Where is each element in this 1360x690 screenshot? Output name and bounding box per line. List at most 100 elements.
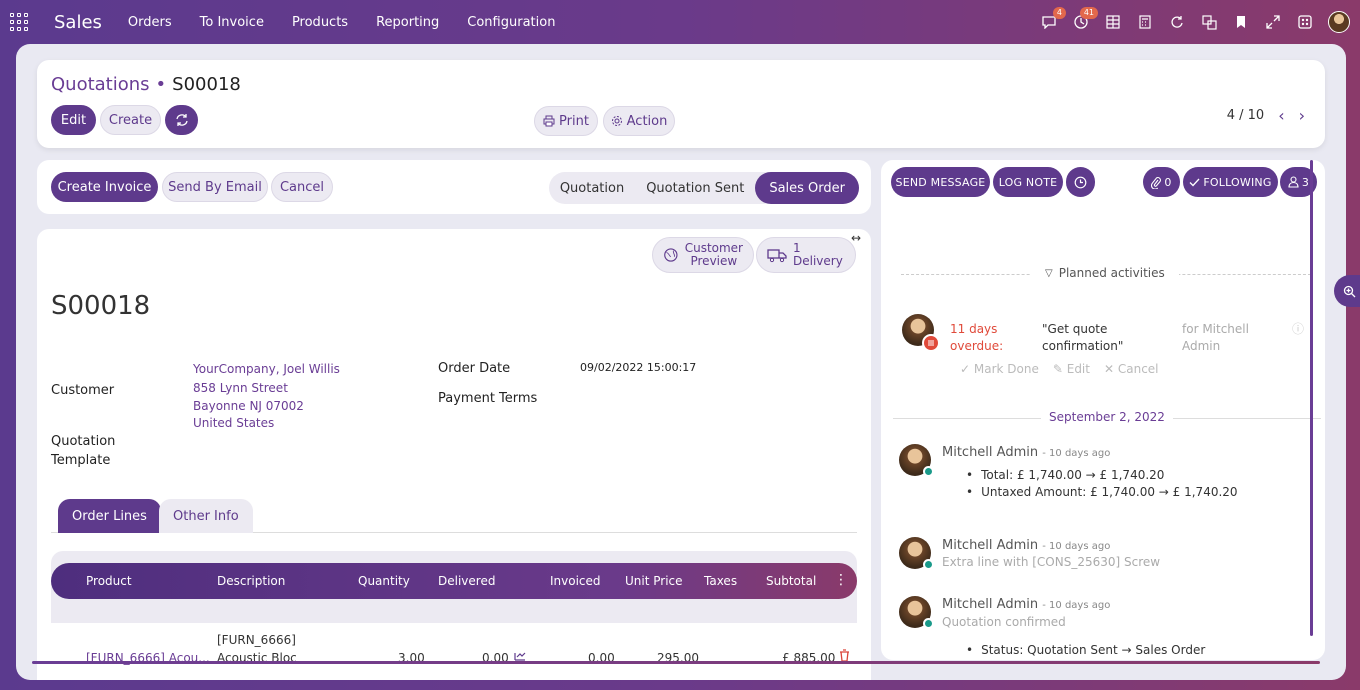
planned-activities-toggle[interactable]: ▽ Planned activities xyxy=(1031,266,1179,280)
col-product[interactable]: Product xyxy=(86,574,132,588)
tab-other-info[interactable]: Other Info xyxy=(159,499,253,533)
menu-configuration[interactable]: Configuration xyxy=(467,15,555,30)
user-avatar[interactable] xyxy=(1328,11,1350,33)
breadcrumb-quotations[interactable]: Quotations xyxy=(51,74,150,95)
zoom-icon[interactable] xyxy=(1334,275,1360,307)
activity-clock-icon[interactable]: 41 xyxy=(1072,7,1098,31)
globe-icon xyxy=(664,248,678,262)
customer-country[interactable]: United States xyxy=(193,416,274,430)
message-author: Mitchell Admin - 10 days ago xyxy=(942,597,1110,612)
gear-icon xyxy=(611,116,622,126)
main-frame: Quotations • S00018 Edit Create Print Acti… xyxy=(16,44,1346,680)
author-name[interactable]: Mitchell Admin xyxy=(942,597,1038,612)
customer-label: Customer xyxy=(51,383,115,398)
edit-activity-label: Edit xyxy=(1066,362,1090,376)
expand-icon[interactable] xyxy=(1264,13,1282,31)
pager-value[interactable]: 4 / 10 xyxy=(1227,108,1264,123)
col-unit-price[interactable]: Unit Price xyxy=(625,574,683,588)
customer-street[interactable]: 858 Lynn Street xyxy=(193,381,288,395)
bookmark-icon[interactable] xyxy=(1232,13,1250,31)
date-separator: September 2, 2022 xyxy=(1041,410,1173,424)
online-status-dot xyxy=(923,559,934,570)
col-taxes[interactable]: Taxes xyxy=(704,574,737,588)
cancel-activity-button[interactable]: ✕ Cancel xyxy=(1104,362,1159,376)
row-description-1: [FURN_6666] xyxy=(217,633,296,647)
customer-city[interactable]: Bayonne NJ 07002 xyxy=(193,399,304,413)
print-icon xyxy=(543,115,555,127)
message-body: Extra line with [CONS_25630] Screw xyxy=(942,555,1161,569)
clock-icon xyxy=(1074,176,1087,188)
cancel-order-button[interactable]: Cancel xyxy=(271,172,333,202)
delivery-smart-button[interactable]: 1 Delivery xyxy=(756,237,856,273)
menu-orders[interactable]: Orders xyxy=(128,15,172,30)
horizontal-scrollbar[interactable] xyxy=(32,661,1320,664)
action-button[interactable]: Action xyxy=(603,106,675,136)
check-icon xyxy=(1189,178,1200,186)
col-subtotal[interactable]: Subtotal xyxy=(766,574,816,588)
column-options-icon[interactable]: ⋮ xyxy=(834,572,848,588)
chatter-scrollbar[interactable] xyxy=(1310,160,1313,636)
col-delivered[interactable]: Delivered xyxy=(438,574,495,588)
reload-button[interactable] xyxy=(165,105,198,135)
log-note-button[interactable]: LOG NOTE xyxy=(993,167,1063,197)
translate-icon[interactable] xyxy=(1200,13,1218,31)
calculator-icon[interactable] xyxy=(1136,13,1154,31)
status-quotation[interactable]: Quotation xyxy=(549,172,635,204)
pager-previous-icon[interactable]: ‹ xyxy=(1278,106,1284,125)
message-date: - 10 days ago xyxy=(1042,600,1111,611)
activity-assignee: for Mitchell Admin xyxy=(1182,321,1249,355)
author-name[interactable]: Mitchell Admin xyxy=(942,445,1038,460)
message-avatar[interactable] xyxy=(899,596,934,629)
menu-products[interactable]: Products xyxy=(292,15,348,30)
activities-badge: 41 xyxy=(1079,7,1098,19)
message-author: Mitchell Admin - 10 days ago xyxy=(942,445,1110,460)
notebook-tabs: Order Lines Other Info xyxy=(51,499,857,533)
status-quotation-sent[interactable]: Quotation Sent xyxy=(635,172,755,204)
action-label: Action xyxy=(626,113,668,129)
breadcrumb-separator: • xyxy=(155,74,167,95)
message-avatar[interactable] xyxy=(899,537,934,570)
activity-type-icon xyxy=(922,334,940,352)
menu-to-invoice[interactable]: To Invoice xyxy=(200,15,264,30)
refresh-icon[interactable] xyxy=(1168,13,1186,31)
send-message-button[interactable]: SEND MESSAGE xyxy=(891,167,990,197)
customer-name-link[interactable]: YourCompany, Joel Willis xyxy=(193,362,340,376)
expand-sheet-icon[interactable]: ↔ xyxy=(851,231,861,245)
apps-menu-icon[interactable] xyxy=(10,13,28,31)
following-button[interactable]: FOLLOWING xyxy=(1183,167,1278,197)
messaging-icon[interactable]: 4 xyxy=(1040,7,1066,31)
tracking-value-total: Total: £ 1,740.00 → £ 1,740.20 xyxy=(966,468,1164,482)
app-brand[interactable]: Sales xyxy=(54,12,102,33)
edit-button[interactable]: Edit xyxy=(51,105,96,135)
order-date-label: Order Date xyxy=(438,361,511,376)
company-switch-icon[interactable] xyxy=(1296,13,1314,31)
pager-next-icon[interactable]: › xyxy=(1299,106,1305,125)
print-button[interactable]: Print xyxy=(534,106,598,136)
schedule-activity-button[interactable] xyxy=(1066,167,1095,197)
edit-activity-button[interactable]: ✎ Edit xyxy=(1053,362,1090,376)
status-sales-order[interactable]: Sales Order xyxy=(755,172,859,204)
info-icon[interactable]: ⓘ xyxy=(1292,320,1304,337)
activity-avatar[interactable] xyxy=(902,314,940,352)
customer-preview-button[interactable]: Customer Preview xyxy=(652,237,754,273)
menu-reporting[interactable]: Reporting xyxy=(376,15,439,30)
refresh-icon xyxy=(175,114,188,126)
create-button[interactable]: Create xyxy=(100,105,161,135)
col-quantity[interactable]: Quantity xyxy=(358,574,410,588)
systray: 4 41 xyxy=(1040,0,1350,44)
attachments-count: 0 xyxy=(1164,175,1172,189)
attachments-button[interactable]: 0 xyxy=(1143,167,1180,197)
tracking-value-status: Status: Quotation Sent → Sales Order xyxy=(966,643,1205,657)
create-invoice-button[interactable]: Create Invoice xyxy=(51,172,158,202)
table-row[interactable]: [FURN_6666] Acou... [FURN_6666] Acoustic… xyxy=(51,623,857,680)
author-name[interactable]: Mitchell Admin xyxy=(942,538,1038,553)
col-description[interactable]: Description xyxy=(217,574,285,588)
order-date-value[interactable]: 09/02/2022 15:00:17 xyxy=(580,361,696,374)
mark-done-button[interactable]: ✓ Mark Done xyxy=(960,362,1039,376)
col-invoiced[interactable]: Invoiced xyxy=(550,574,601,588)
message-avatar[interactable] xyxy=(899,444,934,477)
grid-layout-icon[interactable] xyxy=(1104,13,1122,31)
send-by-email-button[interactable]: Send By Email xyxy=(162,172,268,202)
tab-order-lines[interactable]: Order Lines xyxy=(58,499,161,533)
chatter-panel: SEND MESSAGE LOG NOTE 0 FOLLOWING 3 ▽ Pl… xyxy=(881,160,1325,660)
